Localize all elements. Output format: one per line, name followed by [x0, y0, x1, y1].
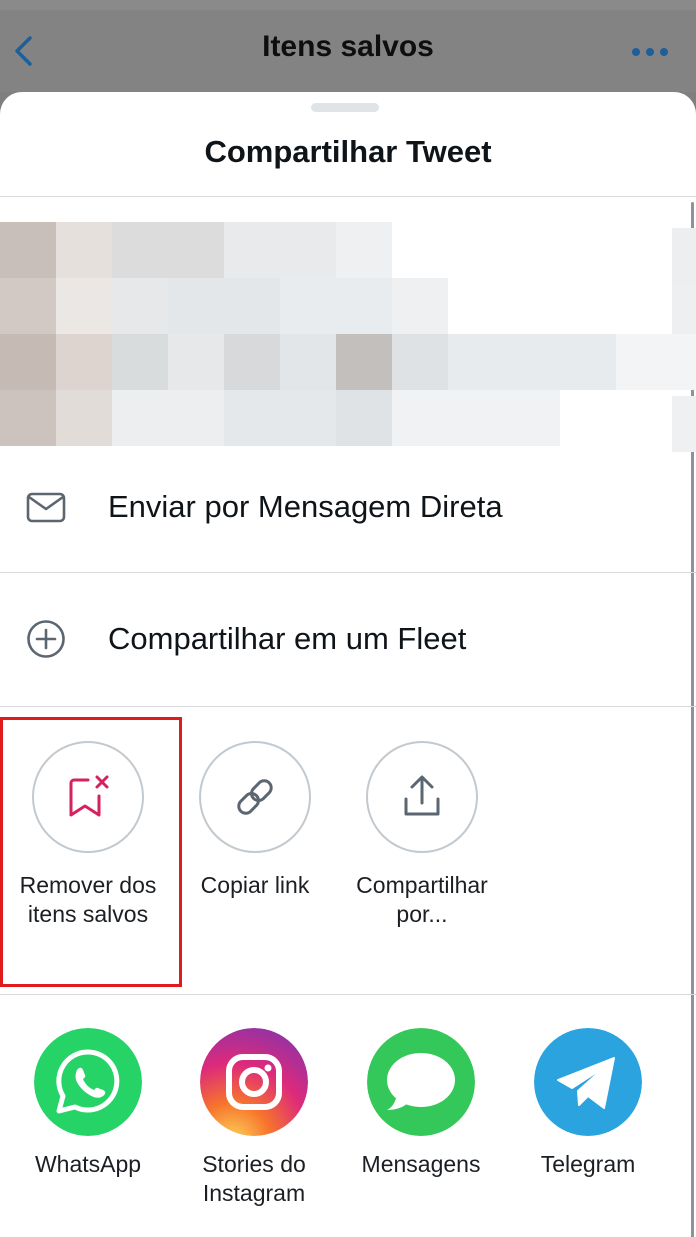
whatsapp-icon — [34, 1028, 142, 1136]
whatsapp-label: WhatsApp — [34, 1151, 142, 1177]
send-direct-message-label: Enviar por Mensagem Direta — [108, 489, 503, 524]
share-sheet: Compartilhar Tweet Enviar por Mensagem D… — [0, 92, 696, 1237]
status-bar — [0, 0, 696, 10]
remove-bookmark-button[interactable] — [32, 741, 144, 853]
divider — [0, 706, 696, 707]
share-fleet-row[interactable]: Compartilhar em um Fleet — [0, 573, 696, 707]
remove-bookmark-label: Remover dos itens salvos — [19, 872, 157, 927]
share-via-label: Compartilhar por... — [356, 872, 488, 927]
mail-icon — [26, 492, 66, 523]
send-direct-message-row[interactable]: Enviar por Mensagem Direta — [0, 454, 696, 588]
app-header: Itens salvos — [0, 0, 696, 92]
telegram-label: Telegram — [540, 1151, 636, 1177]
instagram-stories-button[interactable] — [200, 1028, 308, 1136]
copy-link-label: Copiar link — [200, 872, 310, 898]
share-fleet-label: Compartilhar em um Fleet — [108, 621, 467, 656]
divider — [0, 196, 696, 197]
copy-link-button[interactable] — [199, 741, 311, 853]
share-via-button[interactable] — [366, 741, 478, 853]
share-upload-icon — [404, 775, 440, 816]
sheet-title: Compartilhar Tweet — [204, 134, 492, 169]
bookmark-remove-icon — [69, 775, 109, 817]
messages-button[interactable] — [367, 1028, 475, 1136]
plus-circle-icon — [27, 620, 65, 658]
page-title: Itens salvos — [262, 30, 434, 63]
telegram-button[interactable] — [534, 1028, 642, 1136]
instagram-stories-label: Stories do Instagram — [202, 1151, 306, 1206]
sheet-grabber-handle[interactable] — [311, 103, 379, 112]
whatsapp-button[interactable] — [34, 1028, 142, 1136]
link-icon — [237, 779, 273, 815]
divider — [0, 994, 696, 995]
instagram-icon — [200, 1028, 308, 1136]
telegram-icon — [534, 1028, 642, 1136]
messages-label: Mensagens — [361, 1151, 481, 1177]
tweet-preview-blurred — [0, 222, 696, 454]
more-options-icon[interactable] — [630, 46, 670, 58]
messages-icon — [367, 1028, 475, 1136]
